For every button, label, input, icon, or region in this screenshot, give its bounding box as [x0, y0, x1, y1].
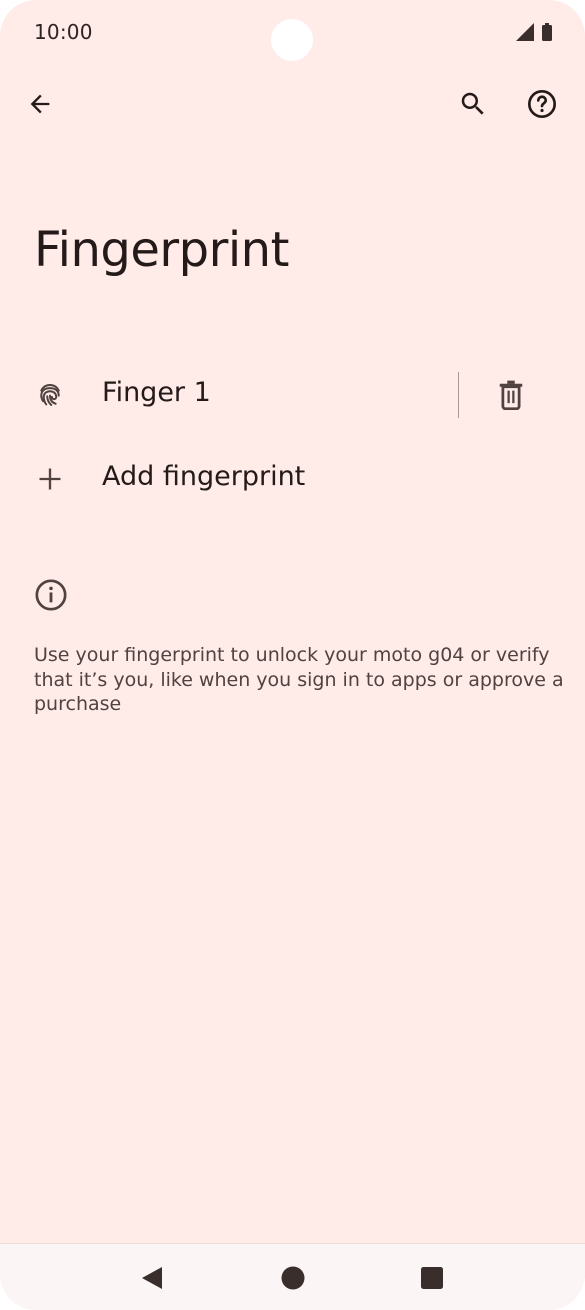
nav-back-button[interactable]: [134, 1260, 170, 1296]
add-fingerprint-item[interactable]: Add fingerprint: [0, 439, 585, 519]
info-icon: [35, 579, 67, 611]
nav-home-button[interactable]: [275, 1260, 311, 1296]
search-icon: [461, 92, 484, 115]
back-triangle-icon: [142, 1267, 162, 1289]
delete-fingerprint-button[interactable]: [487, 371, 535, 419]
help-button[interactable]: [518, 80, 566, 128]
status-icons: [515, 22, 553, 42]
fingerprint-settings-screen: 10:00 Fingerprint Finger 1 Add fingerpri…: [0, 0, 585, 1310]
battery-icon: [542, 23, 552, 41]
signal-icon: [516, 23, 534, 41]
row-divider: [458, 372, 459, 418]
plus-icon: [30, 459, 70, 499]
search-button[interactable]: [449, 80, 497, 128]
status-bar: 10:00: [0, 0, 585, 64]
home-circle-icon: [281, 1266, 305, 1290]
system-nav-bar: [0, 1243, 585, 1310]
front-camera-cutout: [271, 19, 313, 61]
info-text: Use your fingerprint to unlock your moto…: [34, 644, 564, 715]
fingerprint-item-label: Finger 1: [102, 377, 211, 408]
help-icon: [528, 90, 556, 118]
arrow-back-icon: [30, 94, 50, 114]
trash-icon: [499, 380, 523, 410]
page-title: Fingerprint: [34, 222, 289, 278]
back-button[interactable]: [16, 80, 64, 128]
status-time: 10:00: [34, 20, 93, 44]
recents-square-icon: [421, 1267, 443, 1289]
fingerprint-icon: [30, 375, 70, 415]
add-fingerprint-label: Add fingerprint: [102, 461, 306, 492]
nav-recents-button[interactable]: [414, 1260, 450, 1296]
